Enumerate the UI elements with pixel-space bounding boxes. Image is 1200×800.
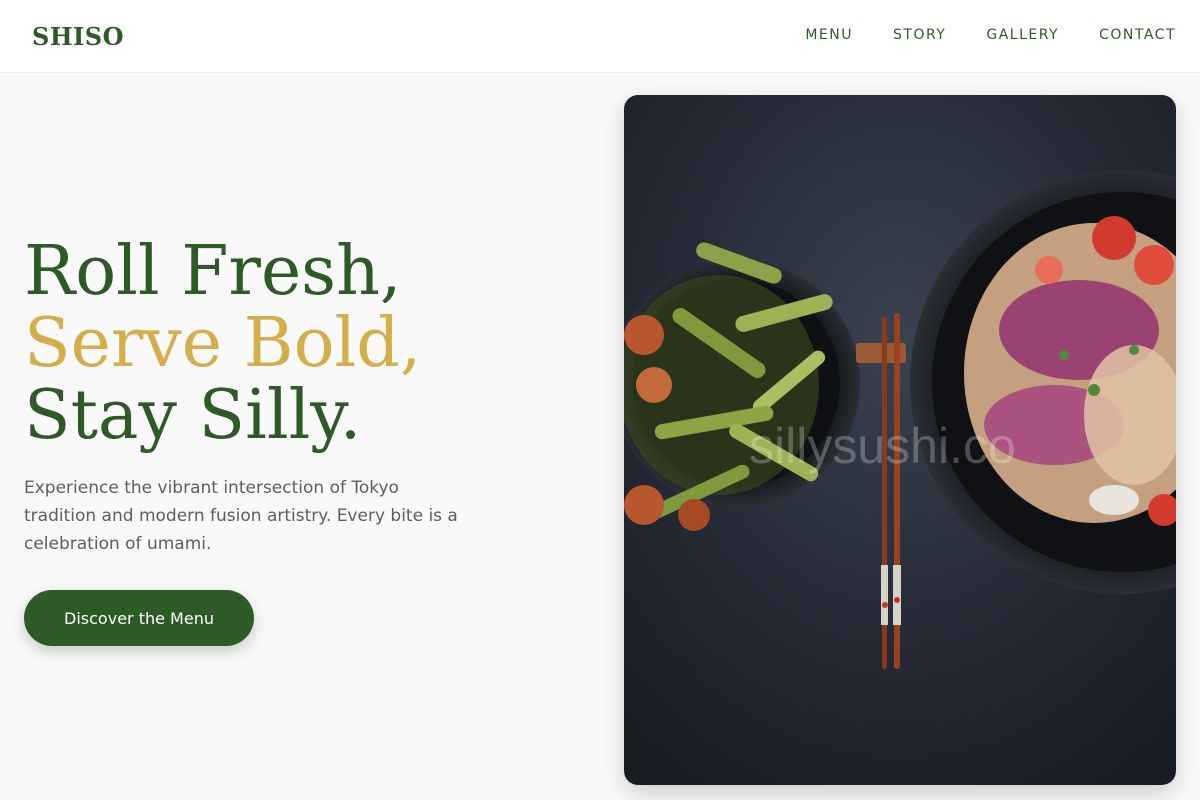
nav-gallery-link[interactable]: GALLERY: [986, 27, 1059, 43]
nav-story-link[interactable]: STORY: [893, 27, 946, 43]
discover-menu-button[interactable]: Discover the Menu: [24, 590, 254, 646]
nav-contact-link[interactable]: CONTACT: [1099, 27, 1176, 43]
photo-watermark: sillysushi.co: [749, 418, 1016, 474]
hero-photo: sillysushi.co: [624, 95, 1176, 785]
hero-headline: Roll Fresh, Serve Bold, Stay Silly.: [24, 236, 494, 452]
headline-line-2: Serve Bold,: [24, 304, 422, 383]
site-header: SHISO MENU STORY GALLERY CONTACT: [0, 0, 1200, 73]
nav-menu-link[interactable]: MENU: [805, 27, 853, 43]
hero-description: Experience the vibrant intersection of T…: [24, 478, 458, 554]
logo[interactable]: SHISO: [32, 22, 124, 51]
headline-line-3: Stay Silly.: [24, 376, 362, 455]
hero-text: Roll Fresh, Serve Bold, Stay Silly. Expe…: [24, 236, 494, 558]
headline-line-1: Roll Fresh,: [24, 232, 402, 311]
main-nav: MENU STORY GALLERY CONTACT: [805, 27, 1176, 43]
